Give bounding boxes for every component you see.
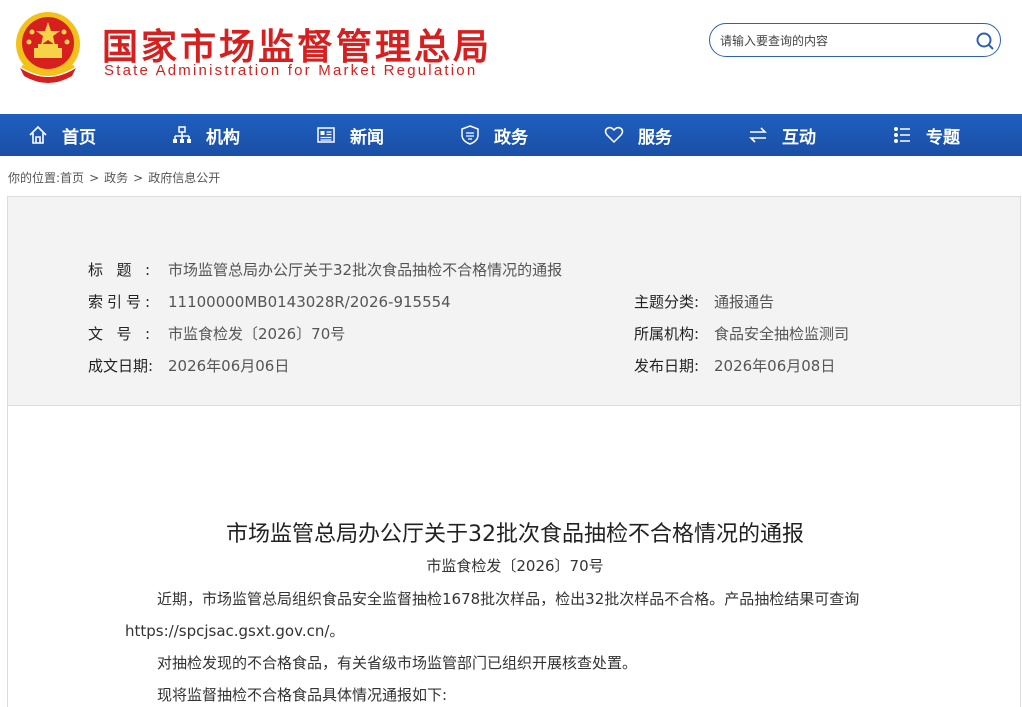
breadcrumb-gov-info[interactable]: 政府信息公开 xyxy=(148,171,220,185)
nav-item-topics[interactable]: 专题 xyxy=(892,114,960,156)
search-input[interactable] xyxy=(720,31,960,51)
breadcrumb-separator: > xyxy=(89,171,100,185)
info-org-row: 所属机构: 食品安全抽检监测司 xyxy=(634,323,849,344)
paragraph-2: 对抽检发现的不合格食品，有关省级市场监管部门已组织开展核查处置。 xyxy=(157,654,638,672)
info-index-value: 11100000MB0143028R/2026-915554 xyxy=(168,293,451,311)
info-category-row: 主题分类: 通报通告 xyxy=(634,291,774,312)
info-publish-label: 发布日期: xyxy=(634,357,700,375)
info-category-label: 主题分类: xyxy=(634,293,700,311)
nav-item-org[interactable]: 机构 xyxy=(172,114,240,156)
paragraph-1-line-1: 近期，市场监管总局组织食品安全监督抽检1678批次样品，检出32批次样品不合格。… xyxy=(157,590,860,608)
info-org-value: 食品安全抽检监测司 xyxy=(714,325,850,343)
breadcrumb-affairs[interactable]: 政务 xyxy=(104,171,128,185)
paragraph-1-line-2: https://spcjsac.gsxt.gov.cn/。 xyxy=(125,622,345,640)
info-docno-label: 文号: xyxy=(88,325,150,343)
nav-item-label: 服务 xyxy=(638,127,672,148)
info-title-row: 标题: 市场监管总局办公厅关于32批次食品抽检不合格情况的通报 xyxy=(88,259,562,280)
info-index-row: 索引号: 11100000MB0143028R/2026-915554 xyxy=(88,291,451,312)
heart-icon xyxy=(604,126,624,144)
nav-item-home[interactable]: 首页 xyxy=(28,114,96,156)
national-emblem-icon[interactable] xyxy=(12,10,84,84)
nav-item-label: 政务 xyxy=(494,127,528,148)
nav-item-label: 新闻 xyxy=(350,127,384,148)
nav-item-services[interactable]: 服务 xyxy=(604,114,672,156)
info-publish-value: 2026年06月08日 xyxy=(714,357,836,375)
document-number: 市监食检发〔2026〕70号 xyxy=(426,557,604,575)
info-written-value: 2026年06月06日 xyxy=(168,357,290,375)
nav-item-affairs[interactable]: 政务 xyxy=(460,114,528,156)
main-nav: 首页 机构 新闻 政务 服务 互动 专题 xyxy=(0,114,1022,156)
nav-item-label: 互动 xyxy=(782,127,816,148)
site-header: 国家市场监督管理总局 State Administration for Mark… xyxy=(0,0,1022,114)
nav-item-label: 专题 xyxy=(926,127,960,148)
info-publish-row: 发布日期: 2026年06月08日 xyxy=(634,355,835,376)
breadcrumb-separator: > xyxy=(133,171,144,185)
breadcrumb-home[interactable]: 首页 xyxy=(60,171,84,185)
info-title-value: 市场监管总局办公厅关于32批次食品抽检不合格情况的通报 xyxy=(168,261,563,279)
document-title: 市场监管总局办公厅关于32批次食品抽检不合格情况的通报 xyxy=(226,522,804,547)
search-icon[interactable] xyxy=(976,32,994,50)
info-docno-value: 市监食检发〔2026〕70号 xyxy=(168,325,346,343)
info-written-label: 成文日期: xyxy=(88,357,154,375)
shield-icon xyxy=(461,125,479,145)
info-org-label: 所属机构: xyxy=(634,325,700,343)
info-index-label: 索引号: xyxy=(88,293,150,311)
home-icon xyxy=(29,125,47,144)
nav-item-label: 首页 xyxy=(62,127,96,148)
paragraph-3: 现将监督抽检不合格食品具体情况通报如下: xyxy=(157,686,448,704)
nav-item-news[interactable]: 新闻 xyxy=(316,114,384,156)
news-icon xyxy=(317,127,335,143)
nav-item-interact[interactable]: 互动 xyxy=(748,114,816,156)
document-info-panel: 标题: 市场监管总局办公厅关于32批次食品抽检不合格情况的通报 索引号: 11100… xyxy=(7,196,1021,406)
nav-item-label: 机构 xyxy=(206,127,240,148)
list-icon xyxy=(894,127,910,143)
document-content: 市场监管总局办公厅关于32批次食品抽检不合格情况的通报 市监食检发〔2026〕7… xyxy=(7,406,1021,707)
info-docno-row: 文号: 市监食检发〔2026〕70号 xyxy=(88,323,345,344)
site-title-en[interactable]: State Administration for Market Regulati… xyxy=(104,62,477,79)
breadcrumb-prefix: 你的位置: xyxy=(8,171,61,185)
search-box xyxy=(709,23,1001,57)
exchange-icon xyxy=(749,127,767,143)
info-written-row: 成文日期: 2026年06月06日 xyxy=(88,355,289,376)
info-category-value: 通报通告 xyxy=(714,293,775,311)
breadcrumb: 你的位置:首页 > 政务 > 政府信息公开 xyxy=(8,169,220,186)
org-chart-icon xyxy=(173,126,191,143)
info-title-label: 标题: xyxy=(88,261,150,279)
